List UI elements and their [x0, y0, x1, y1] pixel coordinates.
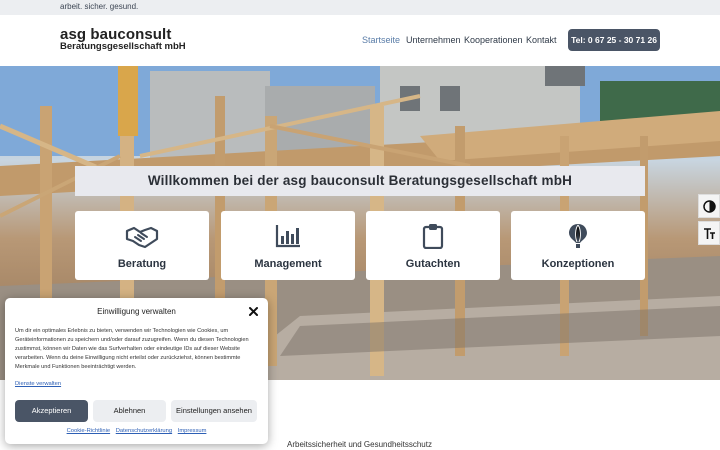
- site-header: asg bauconsult Beratungsgesellschaft mbH…: [0, 15, 720, 66]
- section-heading: Arbeitssicherheit und Gesundheitsschutz: [287, 440, 432, 449]
- cookie-title: Einwilligung verwalten: [97, 307, 176, 316]
- phone-button[interactable]: Tel: 0 67 25 - 30 71 26: [568, 29, 660, 51]
- cookie-body-text: Um dir ein optimales Erlebnis zu bieten,…: [15, 328, 249, 370]
- service-card-management[interactable]: Management: [221, 211, 355, 280]
- logo-subtitle[interactable]: Beratungsgesellschaft mbH: [60, 41, 186, 52]
- accept-button[interactable]: Akzeptieren: [15, 400, 88, 422]
- nav-unternehmen[interactable]: Unternehmen: [406, 35, 461, 45]
- text-size-toggle[interactable]: [698, 221, 720, 245]
- bar-chart-icon: [221, 223, 355, 249]
- welcome-banner: Willkommen bei der asg bauconsult Beratu…: [75, 166, 645, 196]
- service-card-label: Management: [254, 258, 322, 270]
- clipboard-icon: [366, 223, 500, 249]
- service-card-label: Gutachten: [405, 258, 461, 270]
- manage-services-link[interactable]: Dienste verwalten: [15, 381, 61, 387]
- hot-air-balloon-icon: [511, 223, 645, 249]
- top-bar: arbeit. sicher. gesund.: [0, 0, 720, 15]
- preferences-button[interactable]: Einstellungen ansehen: [171, 400, 257, 422]
- contrast-toggle[interactable]: [698, 194, 720, 218]
- handshake-icon: [75, 223, 209, 249]
- deny-button[interactable]: Ablehnen: [93, 400, 166, 422]
- contrast-icon: [702, 199, 716, 213]
- nav-startseite[interactable]: Startseite: [362, 35, 400, 45]
- service-card-gutachten[interactable]: Gutachten: [366, 211, 500, 280]
- service-card-label: Beratung: [117, 258, 167, 270]
- service-card-konzeptionen[interactable]: Konzeptionen: [511, 211, 645, 280]
- tagline: arbeit. sicher. gesund.: [60, 2, 139, 11]
- imprint-link[interactable]: Impressum: [178, 428, 207, 434]
- service-card-label: Konzeptionen: [541, 258, 615, 270]
- privacy-policy-link[interactable]: Datenschutzerklärung: [116, 428, 172, 434]
- cookie-policy-link[interactable]: Cookie-Richtlinie: [67, 428, 111, 434]
- service-card-beratung[interactable]: Beratung: [75, 211, 209, 280]
- cookie-links: Cookie-Richtlinie Datenschutzerklärung I…: [5, 428, 268, 434]
- nav-kontakt[interactable]: Kontakt: [526, 35, 557, 45]
- close-icon[interactable]: [248, 306, 259, 317]
- nav-kooperationen[interactable]: Kooperationen: [464, 35, 523, 45]
- cookie-consent-dialog: Einwilligung verwalten Um dir ein optima…: [5, 298, 268, 444]
- text-size-icon: [703, 227, 715, 239]
